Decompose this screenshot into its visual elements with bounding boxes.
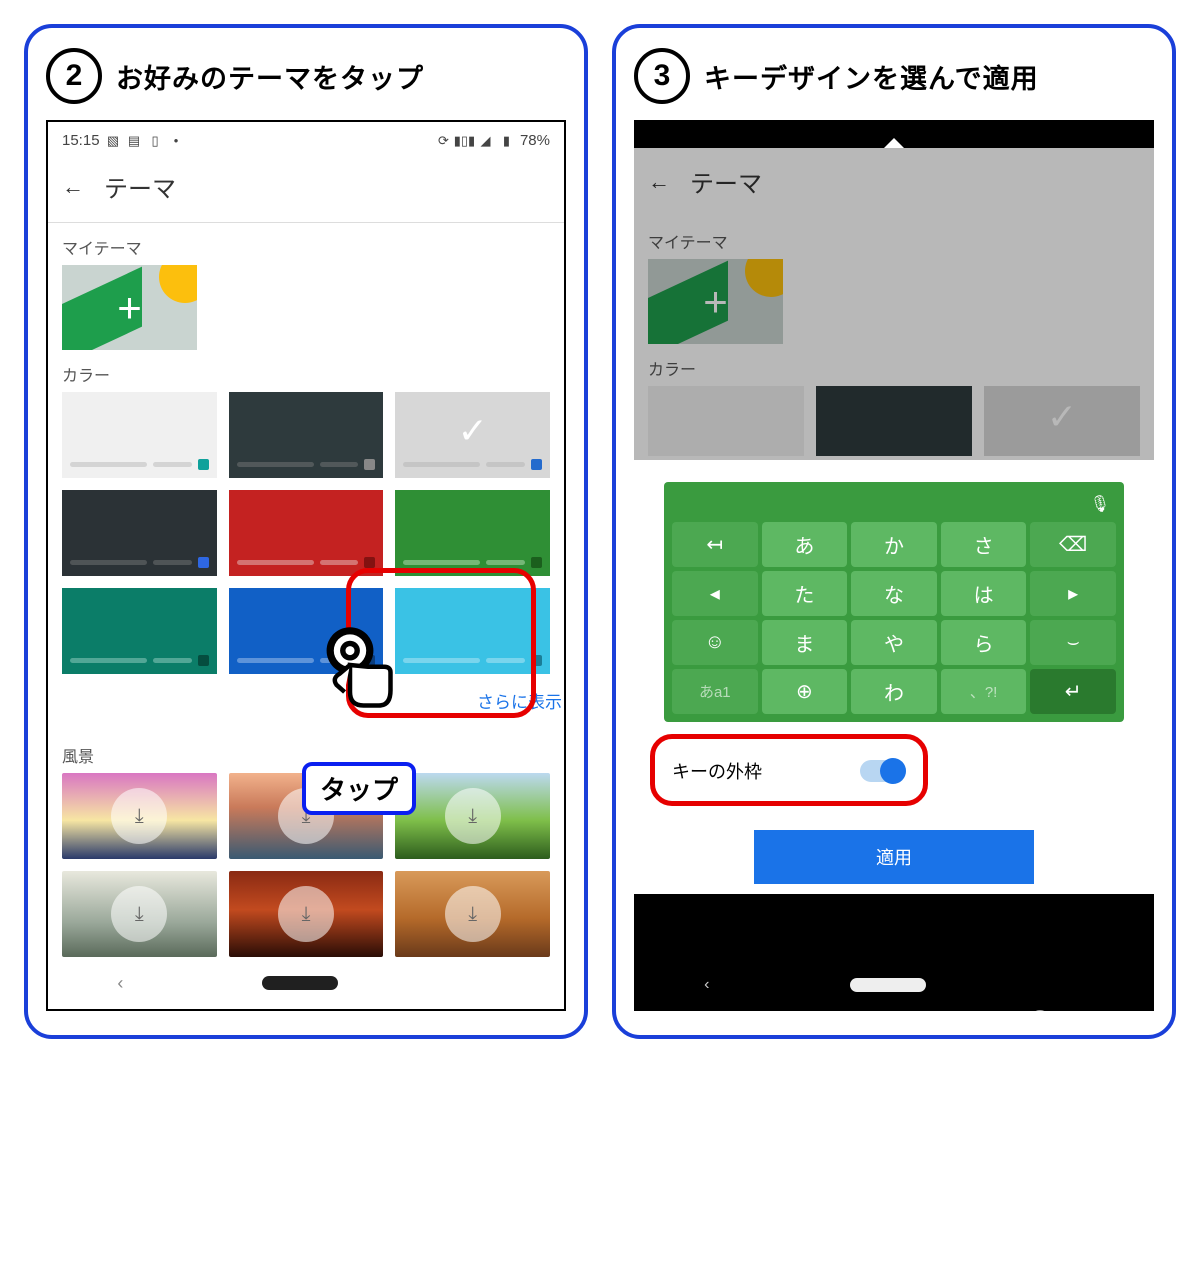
apply-button[interactable]: 適用 xyxy=(754,830,1034,884)
step-title: お好みのテーマをタップ xyxy=(116,57,424,96)
key-border-toggle[interactable] xyxy=(860,760,906,782)
color-theme-tile[interactable] xyxy=(648,386,804,456)
app-bar: ← テーマ xyxy=(48,153,564,223)
back-icon[interactable]: ← xyxy=(62,174,84,200)
scenery-theme-tile[interactable]: ⤓ xyxy=(229,871,384,957)
color-theme-tile[interactable] xyxy=(62,588,217,674)
scenery-theme-tile[interactable]: ⤓ xyxy=(62,773,217,859)
scenery-theme-tile[interactable]: ⤓ xyxy=(395,773,550,859)
tap-label: タップ xyxy=(302,762,416,815)
battery-pct: 78% xyxy=(520,132,550,149)
wifi-icon: ◢ xyxy=(478,133,493,148)
color-theme-tile[interactable] xyxy=(62,392,217,478)
step-panel-3: 3 キーデザインを選んで適用 ← テーマ マイテーマ + カラー ✓ 🎙 ↤あか… xyxy=(612,24,1176,1039)
check-icon: ✓ xyxy=(458,410,488,452)
step-title: キーデザインを選んで適用 xyxy=(704,57,1039,96)
color-theme-tile[interactable] xyxy=(62,490,217,576)
download-icon: ⤓ xyxy=(111,886,167,942)
scenery-theme-tile[interactable]: ⤓ xyxy=(62,871,217,957)
keyboard-key: 、?! xyxy=(941,669,1027,714)
color-theme-tile[interactable]: ✓ xyxy=(984,386,1140,456)
plus-icon: + xyxy=(117,284,142,332)
keyboard-key: あ xyxy=(762,522,848,567)
key-border-label: キーの外枠 xyxy=(672,758,762,784)
nav-bar: ‹ xyxy=(634,959,1154,1011)
apply-sheet: 🎙 ↤あかさ⌫ ◂たなは▸ ☺まやら⌣ あa1⊕わ、?!↵ キーの外枠 適用 xyxy=(634,460,1154,894)
status-bar-dark xyxy=(634,120,1154,148)
back-icon[interactable]: ← xyxy=(648,169,670,195)
download-icon: ⤓ xyxy=(111,788,167,844)
add-custom-theme[interactable]: + xyxy=(648,259,783,344)
color-theme-tile[interactable] xyxy=(229,392,384,478)
step-number: 3 xyxy=(634,48,690,104)
keyboard-key: か xyxy=(851,522,937,567)
keyboard-key: さ xyxy=(941,522,1027,567)
nav-back-icon[interactable]: ‹ xyxy=(117,973,123,994)
status-time: 15:15 xyxy=(62,132,100,149)
keyboard-key: ⊕ xyxy=(762,669,848,714)
check-icon: ✓ xyxy=(1047,396,1077,438)
color-theme-tile[interactable]: ✓ xyxy=(395,392,550,478)
keyboard-key: ↤ xyxy=(672,522,758,567)
keyboard-key: ↵ xyxy=(1030,669,1116,714)
page-title: テーマ xyxy=(104,169,176,204)
card-icon: ▤ xyxy=(127,133,142,148)
step-number: 2 xyxy=(46,48,102,104)
image-icon: ▧ xyxy=(106,133,121,148)
phone-screenshot: 15:15 ▧ ▤ ▯ • ⟳ ▮▯▮ ◢ ▮ 78% ← テーマ マイテーマ xyxy=(46,120,566,1011)
keyboard-preview: 🎙 ↤あかさ⌫ ◂たなは▸ ☺まやら⌣ あa1⊕わ、?!↵ xyxy=(664,482,1124,722)
color-theme-tile[interactable] xyxy=(395,490,550,576)
download-icon: ⤓ xyxy=(445,788,501,844)
sim-icon: ▯ xyxy=(148,133,163,148)
keyboard-key: ◂ xyxy=(672,571,758,616)
keyboard-key: ☺ xyxy=(672,620,758,665)
keyboard-key: わ xyxy=(851,669,937,714)
keyboard-key: ⌣ xyxy=(1030,620,1116,665)
status-bar: 15:15 ▧ ▤ ▯ • ⟳ ▮▯▮ ◢ ▮ 78% xyxy=(48,122,564,153)
nav-back-icon[interactable]: ‹ xyxy=(704,976,709,994)
plus-icon: + xyxy=(703,278,728,326)
keyboard-key: ま xyxy=(762,620,848,665)
keyboard-key: や xyxy=(851,620,937,665)
phone-screenshot: ← テーマ マイテーマ + カラー ✓ 🎙 ↤あかさ⌫ ◂たなは▸ ☺まやら⌣ あa1… xyxy=(634,120,1154,1011)
vibrate-icon: ▮▯▮ xyxy=(457,133,472,148)
battery-icon: ▮ xyxy=(499,133,514,148)
nav-home-pill[interactable] xyxy=(850,978,926,992)
section-my-theme: マイテーマ + xyxy=(48,223,564,350)
nav-home-pill[interactable] xyxy=(262,976,338,990)
color-theme-tile[interactable] xyxy=(229,490,384,576)
keyboard-key: た xyxy=(762,571,848,616)
cast-icon: ⟳ xyxy=(436,133,451,148)
keyboard-key: な xyxy=(851,571,937,616)
keyboard-key: ら xyxy=(941,620,1027,665)
nav-bar: ‹ xyxy=(48,957,564,1009)
color-theme-tile[interactable] xyxy=(395,588,550,674)
download-icon: ⤓ xyxy=(278,886,334,942)
keyboard-key: ▸ xyxy=(1030,571,1116,616)
color-theme-tile[interactable] xyxy=(816,386,972,456)
dimmed-background: ← テーマ マイテーマ + カラー ✓ xyxy=(634,148,1154,460)
add-custom-theme[interactable]: + xyxy=(62,265,197,350)
page-title: テーマ xyxy=(690,164,762,199)
show-more-link[interactable]: さらに表示 xyxy=(48,674,564,731)
mic-icon: 🎙 xyxy=(1090,494,1110,514)
download-icon: ⤓ xyxy=(445,886,501,942)
scenery-theme-tile[interactable]: ⤓ xyxy=(395,871,550,957)
color-theme-tile[interactable] xyxy=(229,588,384,674)
step-panel-2: 2 お好みのテーマをタップ 15:15 ▧ ▤ ▯ • ⟳ ▮▯▮ ◢ ▮ 78… xyxy=(24,24,588,1039)
keyboard-key: は xyxy=(941,571,1027,616)
dot-icon: • xyxy=(169,133,184,148)
keyboard-key: ⌫ xyxy=(1030,522,1116,567)
section-color: カラー ✓ さらに表示 xyxy=(48,350,564,731)
keyboard-key: あa1 xyxy=(672,669,758,714)
